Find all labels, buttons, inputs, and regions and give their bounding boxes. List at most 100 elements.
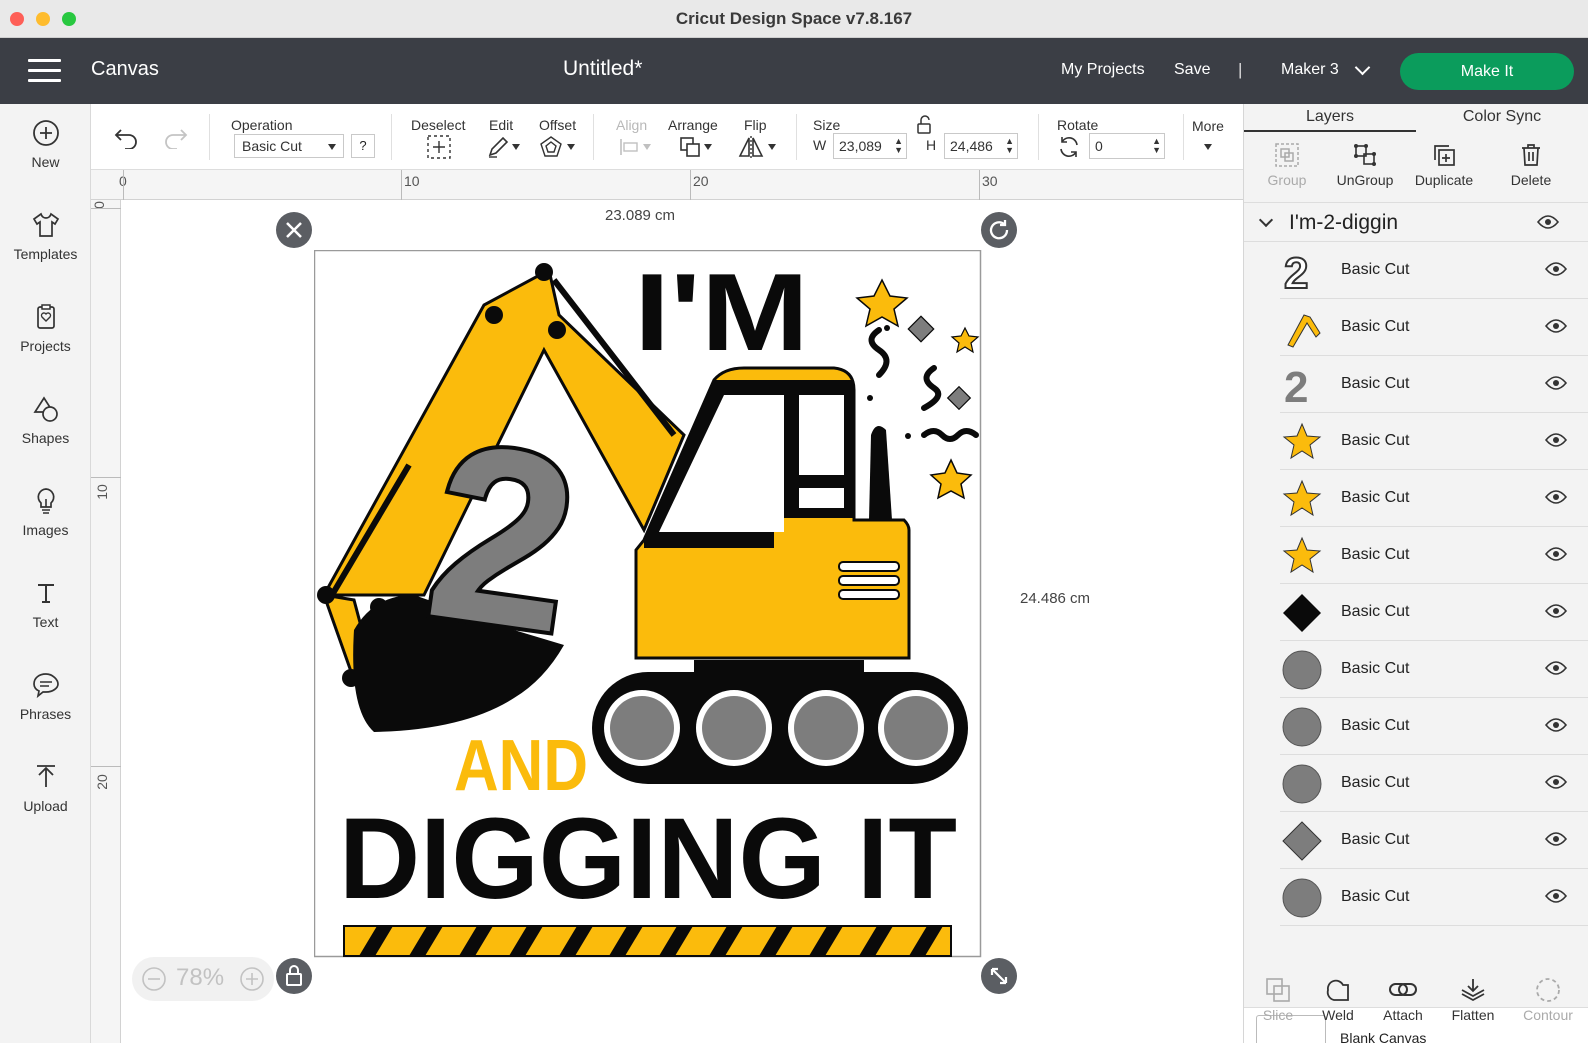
weld-button[interactable]: Weld (1303, 976, 1373, 1023)
layer-row[interactable]: Basic Cut (1280, 299, 1588, 356)
redo-icon[interactable] (163, 127, 189, 149)
layer-group-row[interactable]: I'm-2-diggin (1244, 202, 1588, 242)
width-input[interactable]: 23,089 ▲ ▼ (833, 133, 907, 159)
left-sidebar: New Templates Projects Shapes Images Tex… (0, 104, 91, 1043)
height-input[interactable]: 24,486 ▲ ▼ (944, 133, 1018, 159)
delete-button[interactable]: Delete (1488, 142, 1574, 188)
operation-help-button[interactable]: ? (351, 134, 375, 158)
rotate-selection-handle[interactable] (981, 212, 1017, 248)
eye-icon[interactable] (1545, 660, 1567, 676)
chevron-down-icon[interactable] (567, 144, 575, 154)
operation-select[interactable]: Basic Cut (234, 134, 344, 158)
layer-row[interactable]: Basic Cut (1280, 584, 1588, 641)
lock-proportions-button[interactable] (276, 958, 312, 994)
circle-gray-thumb-icon (1282, 878, 1322, 918)
toolbar-divider (209, 114, 210, 160)
stepper-arrows-icon[interactable]: ▲ ▼ (894, 137, 903, 155)
eye-icon[interactable] (1545, 888, 1567, 904)
sidebar-item-projects[interactable]: Projects (0, 302, 91, 354)
chevron-down-icon[interactable] (512, 144, 520, 154)
layer-row[interactable]: Basic Cut (1280, 527, 1588, 584)
layer-row[interactable]: 2 Basic Cut (1280, 242, 1588, 299)
chevron-down-icon[interactable] (1354, 59, 1371, 76)
eye-icon[interactable] (1537, 214, 1559, 230)
align-icon[interactable] (619, 139, 639, 155)
unlocked-icon[interactable] (916, 115, 932, 135)
ungroup-button[interactable]: UnGroup (1322, 142, 1408, 188)
sidebar-item-phrases[interactable]: Phrases (0, 670, 91, 722)
layer-row[interactable]: Basic Cut (1280, 413, 1588, 470)
stepper-arrows-icon[interactable]: ▲ ▼ (1152, 137, 1161, 155)
circle-gray-thumb-icon (1282, 650, 1322, 690)
more-button[interactable]: More (1192, 118, 1224, 134)
sidebar-item-text[interactable]: Text (0, 578, 91, 630)
flatten-button[interactable]: Flatten (1438, 976, 1508, 1023)
eye-icon[interactable] (1545, 432, 1567, 448)
undo-icon[interactable] (113, 127, 139, 149)
flip-label: Flip (744, 117, 767, 133)
layer-row[interactable]: Basic Cut (1280, 755, 1588, 812)
contour-button[interactable]: Contour (1513, 976, 1583, 1023)
sidebar-item-shapes[interactable]: Shapes (0, 394, 91, 446)
eye-icon[interactable] (1545, 375, 1567, 391)
eye-icon[interactable] (1545, 261, 1567, 277)
offset-icon[interactable] (539, 135, 563, 159)
sidebar-item-templates[interactable]: Templates (0, 210, 91, 262)
zoom-out-icon[interactable] (141, 966, 167, 992)
eye-icon[interactable] (1545, 831, 1567, 847)
layer-row[interactable]: 2 Basic Cut (1280, 356, 1588, 413)
duplicate-button[interactable]: Duplicate (1400, 142, 1488, 188)
chevron-down-icon[interactable] (704, 144, 712, 154)
save-button[interactable]: Save (1174, 61, 1210, 79)
layer-row[interactable]: Basic Cut (1280, 869, 1588, 926)
layer-row[interactable]: Basic Cut (1280, 641, 1588, 698)
stepper-arrows-icon[interactable]: ▲ ▼ (1005, 137, 1014, 155)
document-title[interactable]: Untitled* (563, 57, 642, 81)
ruler-tick (690, 170, 691, 200)
make-it-button[interactable]: Make It (1400, 53, 1574, 90)
layer-row[interactable]: Basic Cut (1280, 812, 1588, 869)
artwork-im-2-digging-it[interactable]: I'M 2 AND DIGGING IT (314, 250, 982, 958)
arrange-icon[interactable] (678, 135, 702, 159)
sidebar-item-upload[interactable]: Upload (0, 762, 91, 814)
chevron-down-icon[interactable] (643, 144, 651, 154)
rotate-icon (1060, 137, 1078, 157)
zoom-in-icon[interactable] (239, 966, 265, 992)
tab-color-sync[interactable]: Color Sync (1416, 104, 1588, 132)
sidebar-item-label: Templates (13, 246, 78, 262)
layer-label: Basic Cut (1341, 432, 1410, 449)
zoom-control: 78% (132, 957, 274, 1001)
ruler-tick (123, 170, 124, 200)
flip-icon[interactable] (738, 134, 764, 160)
tab-layers[interactable]: Layers (1244, 104, 1416, 132)
close-selection-button[interactable] (276, 212, 312, 248)
speech-bubble-icon (32, 673, 59, 699)
machine-select[interactable]: Maker 3 (1281, 61, 1339, 79)
chevron-down-icon[interactable] (1204, 144, 1212, 154)
attach-button[interactable]: Attach (1368, 976, 1438, 1023)
eye-icon[interactable] (1545, 546, 1567, 562)
chevron-down-icon[interactable] (768, 144, 776, 154)
eye-icon[interactable] (1545, 717, 1567, 733)
eye-icon[interactable] (1545, 489, 1567, 505)
group-button[interactable]: Group (1244, 142, 1330, 188)
excavator-track (592, 660, 968, 784)
eye-icon[interactable] (1545, 318, 1567, 334)
resize-handle[interactable] (981, 958, 1017, 994)
rotate-input[interactable]: 0 ▲ ▼ (1089, 133, 1165, 159)
my-projects-link[interactable]: My Projects (1061, 61, 1145, 79)
hamburger-menu-icon[interactable] (28, 59, 61, 83)
eye-icon[interactable] (1545, 603, 1567, 619)
chevron-down-icon[interactable] (1258, 212, 1274, 228)
arm-thumb-icon (1287, 314, 1321, 348)
zoom-level: 78% (176, 964, 225, 991)
pen-edit-icon[interactable] (486, 135, 510, 159)
layer-row[interactable]: Basic Cut (1280, 698, 1588, 755)
eye-icon[interactable] (1545, 774, 1567, 790)
sidebar-item-images[interactable]: Images (0, 486, 91, 538)
layer-row[interactable]: Basic Cut (1280, 470, 1588, 527)
layer-label: Basic Cut (1341, 717, 1410, 734)
sidebar-item-new[interactable]: New (0, 118, 91, 170)
deselect-icon[interactable] (426, 134, 452, 160)
operation-label: Operation (231, 117, 293, 133)
